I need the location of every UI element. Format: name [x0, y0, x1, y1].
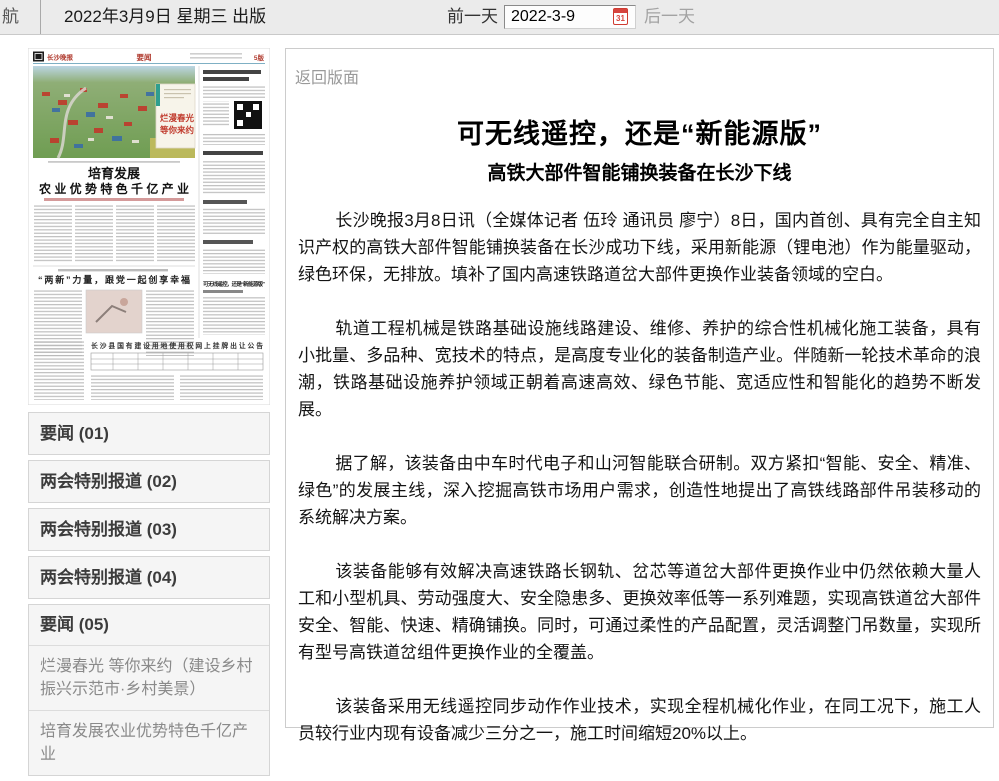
thumbnail-headline-line1: 培育发展	[88, 166, 141, 181]
qr-code	[234, 101, 262, 129]
sidebar-item-yaowen-01[interactable]: 要闻 (01)	[28, 412, 270, 455]
newspaper-page-image: 长沙晚报 要闻 5版	[28, 48, 270, 405]
sidebar-section-group: 要闻 (05) 烂漫春光 等你来约（建设乡村振兴示范市·乡村美景） 培育发展农业…	[28, 604, 270, 776]
sidebar-article-link-2[interactable]: 培育发展农业优势特色千亿产业	[29, 710, 269, 775]
article-paragraph: 据了解，该装备由中车时代电子和山河智能联合研制。双方紧扣“智能、安全、精准、绿色…	[298, 450, 981, 531]
next-day-button[interactable]: 后一天	[644, 0, 695, 34]
photo-box-text-line1: 烂漫春光	[160, 113, 195, 123]
article-subtitle: 高铁大部件智能铺换装备在长沙下线	[286, 158, 993, 185]
sidebar-article-link-1[interactable]: 烂漫春光 等你来约（建设乡村振兴示范市·乡村美景）	[29, 645, 269, 710]
topbar-divider	[40, 0, 41, 34]
photo-overlay-box: 烂漫春光 等你来约	[156, 84, 195, 148]
article-paragraph: 轨道工程机械是铁路基础设施线路建设、维修、养护的综合性机械化施工装备，具有小批量…	[298, 315, 981, 423]
article-panel: 返回版面 可无线遥控，还是“新能源版” 高铁大部件智能铺换装备在长沙下线 长沙晚…	[285, 48, 994, 728]
sidebar-item-yaowen-05[interactable]: 要闻 (05)	[29, 605, 269, 645]
sidebar-item-lianghui-02[interactable]: 两会特别报道 (02)	[28, 460, 270, 503]
thumbnail-page-number: 5版	[254, 53, 265, 62]
back-to-page-link[interactable]: 返回版面	[295, 64, 359, 88]
publication-date-label: 2022年3月9日 星期三 出版	[64, 0, 266, 34]
masthead-title: 长沙晚报	[47, 53, 74, 62]
sidebar: 长沙晚报 要闻 5版	[28, 48, 270, 781]
sidebar-item-lianghui-03[interactable]: 两会特别报道 (03)	[28, 508, 270, 551]
top-navigation-bar: 航 2022年3月9日 星期三 出版 前一天 31 后一天	[0, 0, 999, 35]
thumbnail-mid-photo	[86, 290, 142, 333]
previous-day-button[interactable]: 前一天	[447, 0, 498, 34]
calendar-icon-day: 31	[614, 13, 627, 24]
nav-item-partial[interactable]: 航	[2, 0, 19, 34]
article-body: 长沙晚报3月8日讯（全媒体记者 伍玲 通讯员 廖宁）8日，国内首创、具有完全自主…	[298, 207, 981, 747]
photo-box-text-line2: 等你来约	[159, 125, 195, 135]
article-title: 可无线遥控，还是“新能源版”	[286, 112, 993, 151]
newspaper-page-thumbnail[interactable]: 长沙晚报 要闻 5版	[28, 48, 270, 405]
article-paragraph: 该装备能够有效解决高速铁路长钢轨、岔芯等道岔大部件更换作业中仍然依赖大量人工和小…	[298, 558, 981, 666]
article-paragraph: 该装备采用无线遥控同步动作作业技术，实现全程机械化作业，在同工况下，施工人员较行…	[298, 693, 981, 747]
calendar-icon[interactable]: 31	[613, 8, 628, 25]
article-paragraph: 长沙晚报3月8日讯（全媒体记者 伍玲 通讯员 廖宁）8日，国内首创、具有完全自主…	[298, 207, 981, 288]
thumbnail-right-headline: 可无线遥控，还是“新能源版”	[203, 280, 265, 288]
thumbnail-section-label: 要闻	[137, 52, 152, 62]
sidebar-item-lianghui-04[interactable]: 两会特别报道 (04)	[28, 556, 270, 599]
